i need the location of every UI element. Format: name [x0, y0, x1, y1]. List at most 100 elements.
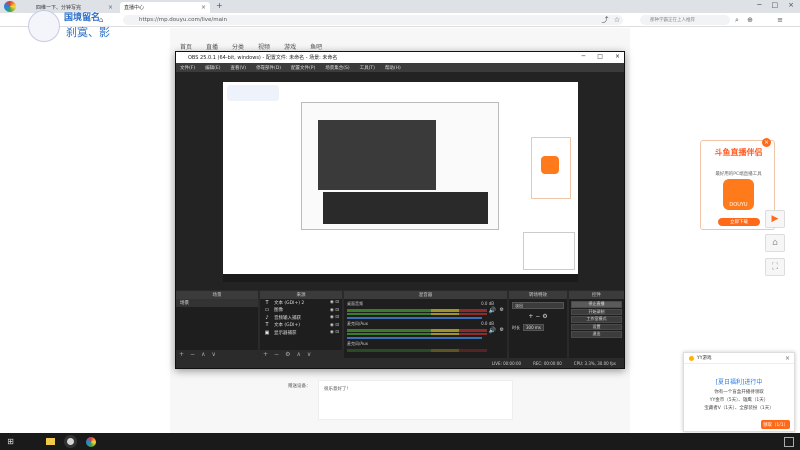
- live-side-button[interactable]: ▶: [765, 210, 785, 228]
- menu-item[interactable]: 帮助(H): [385, 65, 401, 71]
- claim-button[interactable]: 领取（1/1）: [761, 420, 790, 429]
- source-item[interactable]: T 文本 (GDI+) 2 ◉ ⊡: [260, 299, 342, 307]
- share-icon[interactable]: ⤴: [600, 15, 610, 25]
- douyu-logo-icon: DOUYU: [723, 179, 754, 210]
- microphone-icon: ♪: [265, 314, 269, 321]
- obs-title-bar: OBS 25.0.1 (64-bit, windows) - 配置文件: 未命名…: [176, 52, 624, 63]
- search-icon[interactable]: ⌕: [732, 15, 742, 25]
- stop-streaming-button[interactable]: 停止直播: [571, 301, 622, 308]
- studio-mode-button[interactable]: 工作室模式: [571, 316, 622, 323]
- menu-item[interactable]: 停靠部件(D): [256, 65, 281, 71]
- speaker-icon[interactable]: 🔊: [489, 327, 496, 334]
- source-item[interactable]: T 文本 (GDI+) ◉ ⊡: [260, 322, 342, 330]
- logo-text: DOUYU: [729, 202, 748, 208]
- controls-body: 停止直播 开始录制 工作室模式 设置 退出: [569, 299, 624, 358]
- source-item[interactable]: ♪ 音频输入捕获 ◉ ⊡: [260, 314, 342, 322]
- sources-list: T 文本 (GDI+) 2 ◉ ⊡ ▭ 图像 ◉ ⊡ ♪ 音频输入捕获 ◉ ⊡ T 文本 (G…: [260, 299, 342, 350]
- close-icon[interactable]: ×: [762, 138, 771, 147]
- exit-button[interactable]: 退出: [571, 331, 622, 338]
- close-icon[interactable]: ×: [201, 4, 206, 11]
- remove-icon[interactable]: −: [190, 351, 195, 358]
- gear-icon[interactable]: ⚙: [285, 351, 290, 358]
- speaker-icon[interactable]: 🔊: [489, 307, 496, 314]
- minimize-icon[interactable]: ─: [582, 53, 586, 60]
- nested-taskbar: [223, 274, 578, 282]
- volume-slider[interactable]: [347, 317, 482, 319]
- mixer-track: 桌面音频 0.0 dB 🔊 ⚙: [347, 301, 504, 319]
- menu-item[interactable]: 文件(F): [180, 65, 195, 71]
- obs-menu-bar: 文件(F) 编辑(E) 查看(V) 停靠部件(D) 配置文件(P) 场景集合(S…: [176, 63, 624, 72]
- menu-item[interactable]: 工具(T): [360, 65, 375, 71]
- add-icon[interactable]: +: [179, 351, 184, 358]
- download-button[interactable]: 立即下载: [718, 218, 760, 226]
- transitions-dock: 转场特效 淡出 + − ⚙ 时长 300 ms: [509, 291, 567, 358]
- close-icon[interactable]: ×: [785, 355, 790, 362]
- menu-item[interactable]: 场景集合(S): [325, 65, 349, 71]
- source-item[interactable]: ▭ 图像 ◉ ⊡: [260, 307, 342, 315]
- preview-canvas[interactable]: [223, 82, 578, 282]
- scene-item[interactable]: 场景: [176, 299, 258, 307]
- streamer-overlay: 国境留名 刹寞、影: [26, 8, 136, 44]
- scenes-header: 场景: [176, 291, 258, 299]
- menu-item[interactable]: 查看(V): [230, 65, 246, 71]
- gift-textarea[interactable]: 很乐意好了!: [318, 380, 513, 420]
- start-recording-button[interactable]: 开始录制: [571, 308, 622, 315]
- notification-title[interactable]: [夏日福利]进行中: [684, 377, 794, 386]
- volume-slider[interactable]: [347, 337, 482, 339]
- close-icon[interactable]: ×: [615, 53, 620, 60]
- live-timer: LIVE: 00:00:00: [491, 361, 522, 366]
- screenshot-side-button[interactable]: ⛶: [765, 258, 785, 276]
- settings-button[interactable]: 设置: [571, 323, 622, 330]
- home-side-button[interactable]: ⌂: [765, 234, 785, 252]
- promo-subtitle: 最好用的PC端直播工具: [715, 172, 762, 177]
- obs-icon[interactable]: [64, 435, 77, 448]
- gear-icon[interactable]: ⚙: [500, 327, 504, 333]
- eye-icon[interactable]: ◉ ⊡: [330, 308, 339, 313]
- menu-item[interactable]: 配置文件(P): [291, 65, 315, 71]
- browser-logo-icon[interactable]: [4, 1, 16, 12]
- menu-icon[interactable]: ≡: [775, 15, 785, 25]
- eye-icon[interactable]: ◉ ⊡: [330, 300, 339, 305]
- nested-overlay-icon: [227, 85, 279, 101]
- menu-item[interactable]: 编辑(E): [205, 65, 220, 71]
- star-icon[interactable]: ☆: [612, 15, 622, 25]
- source-label: 图像: [274, 308, 283, 314]
- add-icon[interactable]: +: [263, 351, 268, 358]
- notification-icon[interactable]: [784, 437, 794, 447]
- notification-popup: YY游戏 × [夏日福利]进行中 你有一个盲盒开播待领取 YY金币（5天）、雄鹰…: [683, 352, 795, 432]
- file-explorer-icon[interactable]: [44, 435, 57, 448]
- address-bar[interactable]: https://mp.douyu.com/live/main: [123, 15, 623, 25]
- duration-label: 时长: [512, 324, 520, 330]
- eye-icon[interactable]: ◉ ⊡: [330, 323, 339, 328]
- maximize-icon[interactable]: □: [772, 1, 779, 9]
- transitions-body: 淡出 + − ⚙ 时长 300 ms: [509, 299, 567, 358]
- track-name: 桌面音频: [347, 301, 363, 306]
- volume-meter: [347, 332, 487, 335]
- down-icon[interactable]: ∨: [307, 351, 311, 358]
- gear-icon[interactable]: ⚙: [500, 307, 504, 313]
- source-label: 显示器捕获: [274, 330, 297, 336]
- maximize-icon[interactable]: □: [597, 53, 603, 60]
- minimize-icon[interactable]: ─: [757, 1, 761, 9]
- search-input[interactable]: 那种学霸正在上人推荐: [640, 15, 730, 25]
- image-icon: ▭: [264, 307, 270, 314]
- eye-icon[interactable]: ◉ ⊡: [330, 315, 339, 320]
- duration-input[interactable]: 300 ms: [523, 324, 544, 331]
- extension-icon[interactable]: ⊕: [745, 15, 755, 25]
- scene-label: 场景: [180, 300, 189, 306]
- start-icon[interactable]: ⊞: [4, 435, 17, 448]
- duration-row: 时长 300 ms: [512, 324, 564, 331]
- remove-icon[interactable]: −: [274, 351, 279, 358]
- source-item[interactable]: ▣ 显示器捕获 ◉ ⊡: [260, 329, 342, 337]
- transition-select[interactable]: 淡出: [512, 302, 564, 309]
- down-icon[interactable]: ∨: [211, 351, 215, 358]
- obs-status-bar: LIVE: 00:00:00 REC: 00:00:00 CPU: 3.3%, …: [176, 359, 624, 368]
- track-db: 0.0 dB: [481, 321, 494, 326]
- up-icon[interactable]: ∧: [296, 351, 300, 358]
- new-tab-button[interactable]: +: [216, 1, 223, 10]
- notification-header: YY游戏 ×: [684, 353, 794, 364]
- browser-icon[interactable]: [84, 435, 97, 448]
- eye-icon[interactable]: ◉ ⊡: [330, 330, 339, 335]
- up-icon[interactable]: ∧: [201, 351, 205, 358]
- window-close-icon[interactable]: ×: [788, 1, 794, 9]
